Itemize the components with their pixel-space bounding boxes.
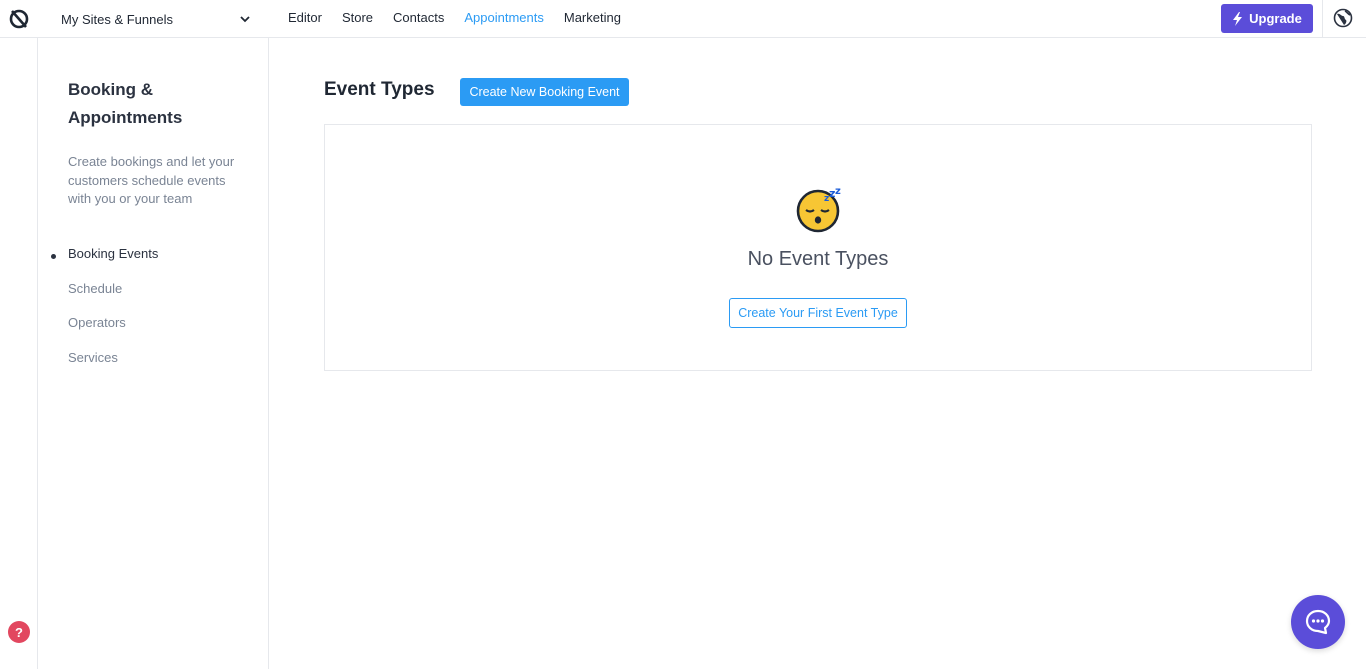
sidebar-item-booking-events[interactable]: Booking Events — [51, 246, 258, 281]
sidebar: Booking & Appointments Create bookings a… — [38, 38, 269, 669]
brand-logo-icon[interactable] — [8, 8, 30, 30]
page-title: Event Types — [324, 79, 435, 100]
sidebar-item-label: Services — [68, 349, 118, 365]
bolt-icon — [1233, 11, 1243, 26]
create-first-event-type-button[interactable]: Create Your First Event Type — [729, 298, 907, 328]
site-selector[interactable]: My Sites & Funnels — [61, 10, 251, 28]
sidebar-menu: Booking Events Schedule Operators Servic… — [51, 246, 258, 385]
upgrade-button[interactable]: Upgrade — [1221, 4, 1313, 33]
nav-editor[interactable]: Editor — [288, 10, 322, 25]
event-types-panel: z z z No Event Types Create Your First E… — [324, 124, 1312, 371]
sidebar-item-label: Operators — [68, 315, 126, 330]
globe-icon[interactable] — [1333, 8, 1353, 28]
sidebar-title: Booking & Appointments — [68, 80, 183, 127]
create-new-booking-event-button[interactable]: Create New Booking Event — [460, 78, 629, 106]
nav-appointments[interactable]: Appointments — [464, 10, 544, 25]
upgrade-label: Upgrade — [1249, 11, 1302, 26]
topbar-divider — [1322, 0, 1323, 38]
nav-contacts[interactable]: Contacts — [393, 10, 444, 25]
sidebar-item-operators[interactable]: Operators — [68, 315, 258, 350]
sidebar-description: Create bookings and let your customers s… — [68, 154, 235, 206]
help-button[interactable]: ? — [8, 621, 30, 643]
chat-bubble-icon — [1305, 609, 1331, 635]
nav-marketing[interactable]: Marketing — [564, 10, 621, 25]
main-nav: Editor Store Contacts Appointments Marke… — [288, 10, 641, 25]
active-dot — [51, 254, 56, 259]
nav-store[interactable]: Store — [342, 10, 373, 25]
chevron-down-icon — [240, 16, 250, 23]
empty-state-title: No Event Types — [747, 248, 889, 270]
sidebar-item-schedule[interactable]: Schedule — [68, 281, 258, 316]
svg-text:z: z — [835, 186, 841, 197]
sidebar-item-label: Booking Events — [68, 246, 159, 261]
site-selector-label: My Sites & Funnels — [61, 11, 173, 27]
sleeping-face-icon: z z z — [796, 186, 841, 233]
top-bar: My Sites & Funnels Editor Store Contacts… — [0, 0, 1366, 38]
sidebar-item-label: Schedule — [68, 280, 123, 296]
chat-button[interactable] — [1291, 595, 1345, 649]
sidebar-item-services[interactable]: Services — [68, 350, 258, 385]
